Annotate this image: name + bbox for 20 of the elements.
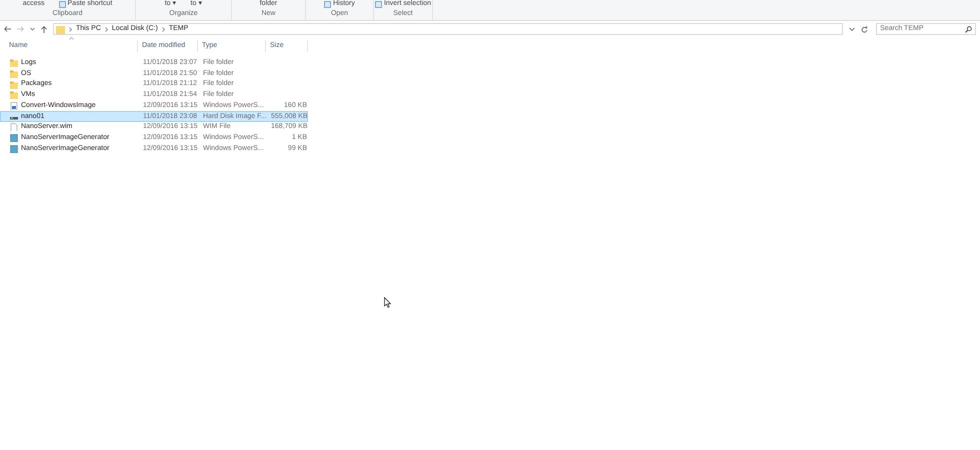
folder-icon [10, 80, 18, 89]
refresh-icon[interactable] [861, 26, 868, 32]
chevron-down-icon[interactable] [30, 27, 35, 31]
search-icon [965, 26, 972, 32]
script-file-icon [10, 102, 18, 110]
file-icon [10, 123, 18, 132]
toolbar-icon [374, 1, 382, 8]
up-arrow-icon[interactable] [41, 26, 47, 32]
folder-icon [10, 59, 18, 68]
folder-icon [56, 24, 65, 34]
back-icon[interactable] [4, 26, 11, 32]
chevron-right-icon[interactable] [69, 26, 72, 32]
chevron-right-icon[interactable] [104, 26, 108, 32]
folder-icon [10, 91, 18, 100]
mouse-cursor-icon [384, 297, 391, 308]
chevron-right-icon[interactable] [162, 26, 165, 32]
folder-icon [10, 70, 18, 78]
toolbar-icon [58, 1, 66, 8]
toolbar-icon [324, 1, 332, 8]
chevron-down-icon[interactable] [849, 26, 856, 32]
